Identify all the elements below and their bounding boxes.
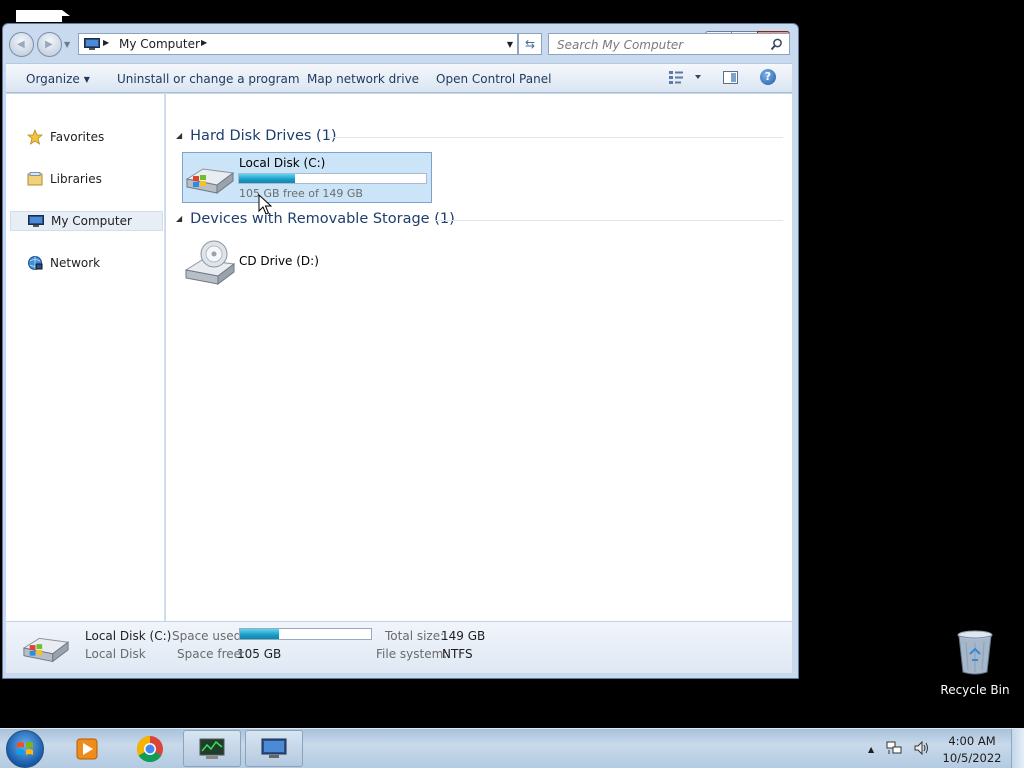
file-system-label: File system: (376, 647, 448, 661)
recycle-bin-desktop-icon[interactable]: Recycle Bin (940, 630, 1010, 697)
taskbar-clock[interactable]: 4:00 AM 10/5/2022 (940, 733, 1004, 767)
computer-icon (84, 38, 100, 50)
refresh-button[interactable]: ⇆ (518, 33, 542, 55)
details-pane: Local Disk (C:) Local Disk Space used: S… (6, 621, 792, 673)
details-item-name: Local Disk (C:) (85, 629, 172, 643)
drive-name: Local Disk (C:) (239, 156, 326, 170)
nav-item-libraries[interactable]: Libraries (10, 169, 163, 189)
space-used-fill (240, 629, 280, 639)
breadcrumb-arrow-icon[interactable]: ▶ (103, 38, 109, 47)
network-icon (26, 255, 44, 271)
taskbar: ▲ 4:00 AM 10/5/2022 (0, 728, 1024, 768)
library-icon (26, 171, 44, 187)
total-size-value: 149 GB (441, 629, 486, 643)
nav-item-favorites[interactable]: Favorites (10, 127, 163, 147)
details-item-type: Local Disk (85, 647, 146, 661)
computer-icon (27, 213, 45, 229)
nav-label: My Computer (51, 214, 132, 228)
start-button[interactable] (6, 730, 44, 768)
content-pane: ◢ Hard Disk Drives (1) Local Disk (C:) 10… (166, 94, 792, 621)
clock-date: 10/5/2022 (942, 751, 1002, 765)
group-divider (436, 220, 783, 221)
drive-usage-fill (239, 174, 296, 183)
search-icon[interactable] (770, 38, 783, 51)
help-button[interactable]: ? (760, 69, 776, 85)
collapse-triangle-icon[interactable]: ◢ (176, 131, 182, 140)
clock-time: 4:00 AM (948, 734, 996, 748)
recent-pages-dropdown[interactable]: ▼ (64, 40, 70, 49)
taskbar-media-player[interactable] (58, 730, 116, 767)
address-bar[interactable]: ▶ My Computer ▶ ▼ (78, 33, 518, 55)
navigation-pane: Favorites Libraries My Computer Network (6, 94, 165, 621)
map-network-drive-button[interactable]: Map network drive (307, 72, 419, 86)
breadcrumb-my-computer[interactable]: My Computer (119, 37, 200, 51)
local-disk-c-tile[interactable]: Local Disk (C:) 105 GB free of 149 GB (182, 152, 432, 203)
change-view-icon[interactable] (668, 70, 702, 84)
group-divider (328, 137, 783, 138)
back-arrow-icon: ◀ (17, 39, 25, 50)
organize-label: Organize (26, 72, 80, 86)
space-used-bar (239, 628, 372, 640)
forward-button[interactable]: ▶ (37, 32, 62, 57)
taskbar-chrome[interactable] (121, 730, 179, 767)
address-dropdown-icon[interactable]: ▼ (507, 40, 513, 49)
refresh-icon: ⇆ (524, 37, 536, 51)
mouse-cursor-icon (258, 194, 272, 215)
recycle-bin-label: Recycle Bin (940, 683, 1010, 697)
uninstall-program-button[interactable]: Uninstall or change a program (117, 72, 300, 86)
taskbar-explorer-my-computer[interactable] (245, 730, 303, 767)
media-player-icon (76, 738, 98, 759)
network-status-icon[interactable] (886, 741, 902, 758)
file-system-value: NTFS (442, 647, 473, 661)
breadcrumb-arrow-icon[interactable]: ▶ (201, 38, 207, 47)
open-control-panel-button[interactable]: Open Control Panel (436, 72, 551, 86)
nav-label: Network (50, 256, 101, 270)
group-header-removable-storage[interactable]: ◢ Devices with Removable Storage (1) (176, 211, 455, 227)
forward-arrow-icon: ▶ (45, 39, 53, 50)
taskbar-task-manager[interactable] (183, 730, 241, 767)
organize-button[interactable]: Organize ▼ (26, 72, 90, 86)
star-icon (26, 129, 44, 145)
computer-icon (261, 738, 287, 758)
hard-drive-icon (185, 168, 235, 194)
search-input[interactable] (555, 37, 769, 53)
recycle-bin-icon (957, 630, 993, 675)
preview-pane-button[interactable] (723, 71, 738, 84)
group-title: Devices with Removable Storage (1) (190, 211, 455, 227)
windows-logo-icon (17, 742, 33, 755)
total-size-label: Total size: (385, 629, 445, 643)
nav-item-my-computer[interactable]: My Computer (10, 211, 163, 231)
volume-icon[interactable] (914, 740, 930, 758)
system-tray: ▲ (868, 740, 942, 758)
cd-drive-name[interactable]: CD Drive (D:) (239, 254, 319, 268)
collapse-triangle-icon[interactable]: ◢ (176, 214, 182, 223)
cd-drive-icon[interactable] (184, 240, 236, 286)
nav-label: Libraries (50, 172, 102, 186)
group-header-hard-disk-drives[interactable]: ◢ Hard Disk Drives (1) (176, 128, 337, 144)
group-title: Hard Disk Drives (1) (190, 128, 337, 144)
desktop-file-icon[interactable] (16, 10, 70, 22)
nav-label: Favorites (50, 130, 105, 144)
command-bar: Organize ▼ Uninstall or change a program … (6, 63, 792, 93)
space-free-value: 105 GB (237, 647, 282, 661)
drive-usage-bar (238, 173, 427, 184)
space-free-label: Space free: (177, 647, 246, 661)
show-hidden-icons-icon[interactable]: ▲ (868, 745, 874, 754)
hard-drive-icon (22, 637, 70, 663)
search-box[interactable] (548, 33, 790, 55)
show-desktop-button[interactable] (1011, 729, 1024, 768)
chevron-down-icon: ▼ (83, 75, 90, 84)
task-manager-icon (199, 738, 225, 759)
back-button[interactable]: ◀ (9, 32, 34, 57)
nav-item-network[interactable]: Network (10, 253, 163, 273)
chrome-icon (136, 735, 163, 762)
space-used-label: Space used: (172, 629, 246, 643)
